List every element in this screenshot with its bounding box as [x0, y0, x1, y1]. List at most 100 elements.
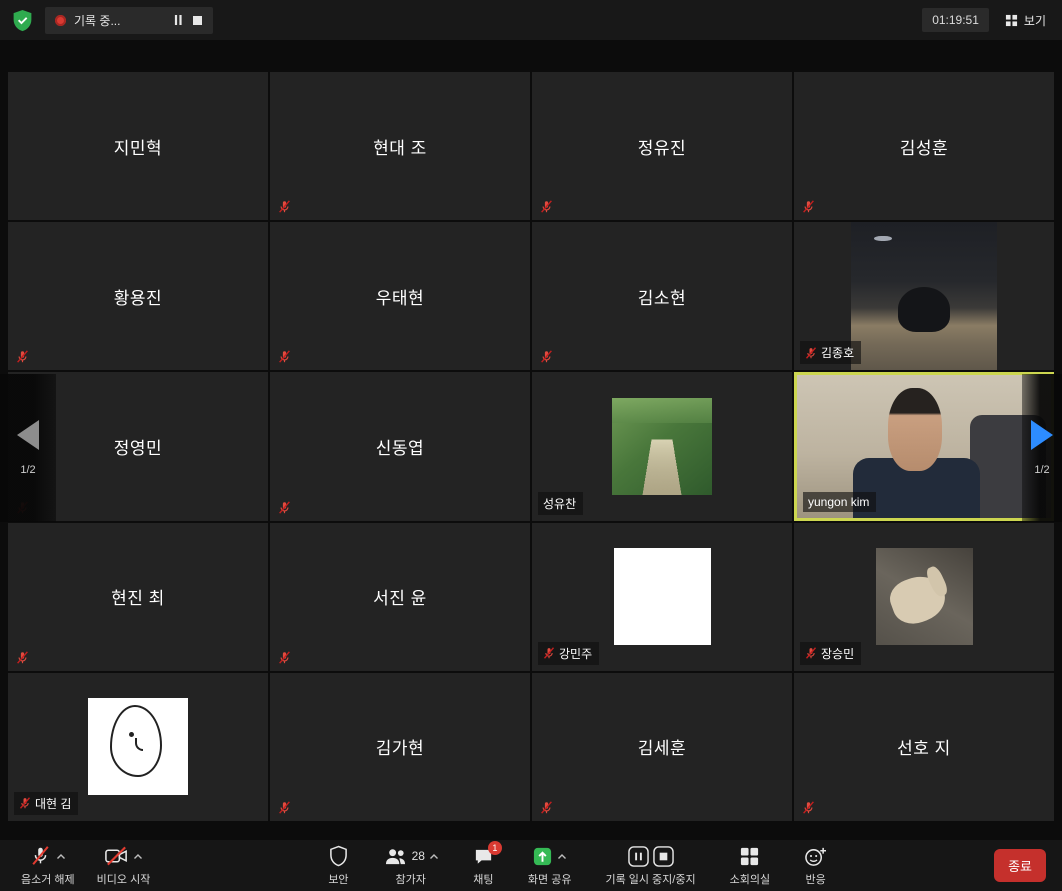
- recording-dot-icon: [55, 15, 66, 26]
- pause-recording-icon[interactable]: [172, 14, 184, 26]
- view-label: 보기: [1024, 12, 1046, 29]
- muted-mic-icon: [16, 350, 29, 363]
- participant-tile[interactable]: 정유진: [532, 72, 792, 220]
- participant-name: 강민주: [559, 645, 592, 662]
- security-button[interactable]: 보안: [317, 840, 359, 891]
- participant-name: 김성훈: [900, 134, 948, 159]
- mic-muted-icon: [29, 845, 52, 867]
- participants-icon: [383, 846, 408, 867]
- pause-recording-icon[interactable]: [628, 846, 649, 867]
- participant-video: [876, 548, 973, 645]
- participant-tile[interactable]: 신동엽: [270, 372, 530, 520]
- participant-tile[interactable]: 성유찬: [532, 372, 792, 520]
- participant-video: [88, 698, 188, 795]
- page-indicator: 1/2: [20, 464, 35, 476]
- recording-indicator: 기록 중...: [45, 7, 213, 34]
- participant-name: 선호 지: [897, 734, 951, 759]
- participant-tile[interactable]: 현진 최: [8, 523, 268, 671]
- grid-view-icon: [1005, 14, 1018, 27]
- participant-tile[interactable]: 강민주: [532, 523, 792, 671]
- start-video-label: 비디오 시작: [97, 871, 151, 887]
- view-button[interactable]: 보기: [1001, 8, 1050, 33]
- participant-tile[interactable]: 대현 김: [8, 673, 268, 821]
- participant-tile[interactable]: 김세훈: [532, 673, 792, 821]
- participant-name: 현대 조: [373, 134, 427, 159]
- muted-mic-icon: [278, 350, 291, 363]
- muted-mic-icon: [278, 200, 291, 213]
- share-screen-icon: [532, 846, 553, 867]
- participant-tile[interactable]: 우태현: [270, 222, 530, 370]
- muted-mic-icon: [540, 801, 553, 814]
- security-label: 보안: [328, 871, 348, 887]
- participant-tile[interactable]: 현대 조: [270, 72, 530, 220]
- participant-name: 신동엽: [376, 434, 424, 459]
- page-indicator: 1/2: [1034, 464, 1049, 476]
- muted-mic-icon: [19, 797, 31, 809]
- chevron-up-icon[interactable]: [56, 853, 66, 860]
- participant-name: 서진 윤: [373, 584, 427, 609]
- next-page-arrow-icon: [1031, 420, 1053, 450]
- participant-video: [612, 398, 712, 495]
- participants-button[interactable]: 28 참가자: [372, 840, 450, 891]
- recording-controls-label: 기록 일시 중지/중지: [605, 871, 695, 887]
- reactions-button[interactable]: 반응: [793, 840, 838, 891]
- start-video-button[interactable]: 비디오 시작: [86, 840, 162, 891]
- zoom-meeting-window: 기록 중... 01:19:51 보기: [0, 0, 1062, 891]
- reactions-label: 반응: [805, 871, 825, 887]
- unmute-label: 음소거 해제: [21, 871, 75, 887]
- participant-tile[interactable]: 선호 지: [794, 673, 1054, 821]
- participant-tile[interactable]: yungon kim: [794, 372, 1054, 520]
- chevron-up-icon[interactable]: [133, 853, 143, 860]
- unmute-button[interactable]: 음소거 해제: [10, 840, 86, 891]
- participant-tile[interactable]: 서진 윤: [270, 523, 530, 671]
- breakout-rooms-button[interactable]: 소회의실: [719, 840, 781, 891]
- participant-tile[interactable]: 김종호: [794, 222, 1054, 370]
- recording-controls-button[interactable]: 기록 일시 중지/중지: [594, 840, 706, 891]
- video-off-icon: [104, 845, 129, 867]
- participant-name: 지민혁: [114, 134, 162, 159]
- prev-page-arrow-icon: [17, 420, 39, 450]
- muted-mic-icon: [278, 801, 291, 814]
- muted-mic-icon: [16, 651, 29, 664]
- participant-name: 정유진: [638, 134, 686, 159]
- participant-tile[interactable]: 지민혁: [8, 72, 268, 220]
- participants-label: 참가자: [396, 871, 426, 887]
- participant-tile[interactable]: 김성훈: [794, 72, 1054, 220]
- participant-tile[interactable]: 김소현: [532, 222, 792, 370]
- participant-tile[interactable]: 장승민: [794, 523, 1054, 671]
- participant-tile[interactable]: 황용진: [8, 222, 268, 370]
- participant-name: 우태현: [376, 284, 424, 309]
- share-screen-button[interactable]: 화면 공유: [517, 840, 583, 891]
- share-screen-label: 화면 공유: [528, 871, 572, 887]
- participant-name: 김소현: [638, 284, 686, 309]
- participant-label: 대현 김: [14, 792, 78, 815]
- participant-name: 김세훈: [638, 734, 686, 759]
- muted-mic-icon: [540, 350, 553, 363]
- meeting-security-shield-icon: [12, 9, 33, 32]
- stop-recording-icon[interactable]: [653, 846, 674, 867]
- chat-bubble-icon: 1: [473, 846, 494, 867]
- stop-recording-icon[interactable]: [192, 15, 203, 26]
- recording-status-label: 기록 중...: [74, 12, 164, 29]
- participants-count: 28: [412, 849, 425, 863]
- chat-button[interactable]: 1 채팅: [462, 840, 505, 891]
- meeting-toolbar: 음소거 해제 비디오 시작: [0, 840, 1062, 891]
- next-page-button[interactable]: 1/2: [1022, 374, 1062, 522]
- topbar: 기록 중... 01:19:51 보기: [0, 0, 1062, 40]
- end-meeting-button[interactable]: 종료: [994, 849, 1046, 882]
- participant-name: 정영민: [114, 434, 162, 459]
- participant-label: 김종호: [800, 341, 861, 364]
- muted-mic-icon: [802, 200, 815, 213]
- muted-mic-icon: [543, 647, 555, 659]
- muted-mic-icon: [805, 347, 817, 359]
- reactions-smiley-icon: [804, 846, 827, 867]
- prev-page-button[interactable]: 1/2: [0, 374, 56, 522]
- participant-video: [851, 222, 997, 370]
- muted-mic-icon: [278, 501, 291, 514]
- participant-name: 대현 김: [35, 795, 71, 812]
- meeting-timer: 01:19:51: [922, 8, 989, 32]
- chevron-up-icon[interactable]: [429, 853, 439, 860]
- chevron-up-icon[interactable]: [557, 853, 567, 860]
- muted-mic-icon: [278, 651, 291, 664]
- participant-tile[interactable]: 김가현: [270, 673, 530, 821]
